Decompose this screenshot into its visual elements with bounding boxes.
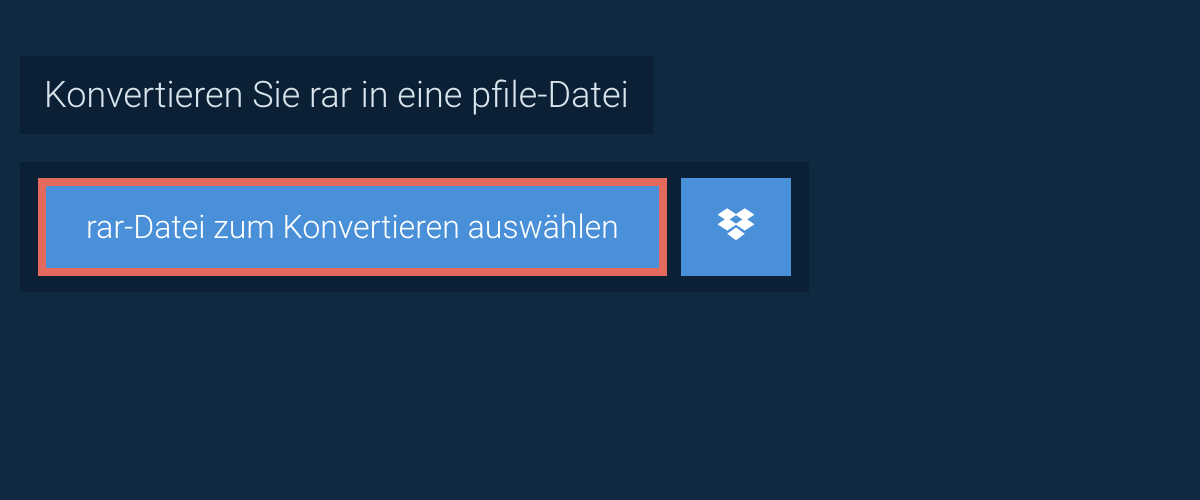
dropbox-icon xyxy=(716,205,756,249)
dropbox-button[interactable] xyxy=(681,178,791,276)
page-title: Konvertieren Sie rar in eine pfile-Datei xyxy=(20,56,653,134)
select-file-button[interactable]: rar-Datei zum Konvertieren auswählen xyxy=(38,178,667,276)
file-select-panel: rar-Datei zum Konvertieren auswählen xyxy=(20,162,809,292)
select-file-label: rar-Datei zum Konvertieren auswählen xyxy=(86,208,619,246)
